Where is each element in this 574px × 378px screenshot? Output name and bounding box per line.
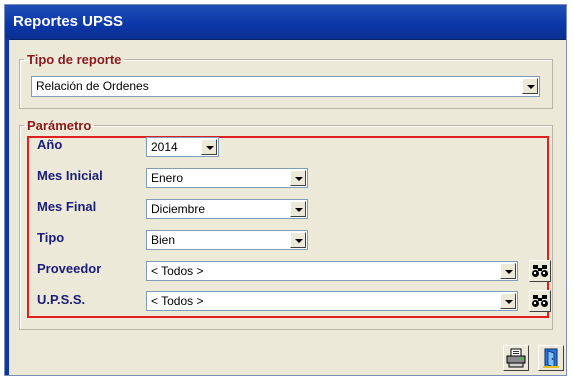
print-button[interactable] — [503, 345, 529, 371]
proveedor-value: < Todos > — [151, 264, 204, 278]
upss-label: U.P.S.S. — [37, 292, 86, 307]
chevron-down-icon[interactable] — [290, 232, 306, 248]
chevron-down-icon[interactable] — [290, 201, 306, 217]
printer-icon — [506, 348, 526, 368]
reportes-upss-window: Reportes UPSS Tipo de reporte Relación d… — [4, 4, 567, 376]
chevron-down-icon[interactable] — [201, 139, 217, 155]
anio-select[interactable]: 2014 — [146, 137, 219, 157]
anio-label: Año — [37, 137, 63, 152]
chevron-down-icon[interactable] — [500, 293, 516, 309]
proveedor-label: Proveedor — [37, 261, 102, 276]
tipo-select[interactable]: Bien — [146, 230, 308, 250]
search-proveedor-button[interactable] — [529, 260, 551, 282]
search-upss-button[interactable] — [529, 290, 551, 312]
proveedor-select[interactable]: < Todos > — [146, 261, 518, 281]
mes-inicial-label: Mes Inicial — [37, 168, 103, 183]
mes-final-select[interactable]: Diciembre — [146, 199, 308, 219]
anio-value: 2014 — [151, 140, 178, 154]
upss-value: < Todos > — [151, 294, 204, 308]
tipo-reporte-value: Relación de Ordenes — [36, 79, 149, 93]
window-title: Reportes UPSS — [13, 13, 124, 30]
exit-button[interactable] — [538, 345, 564, 371]
mes-inicial-select[interactable]: Enero — [146, 168, 308, 188]
chevron-down-icon[interactable] — [290, 170, 306, 186]
chevron-down-icon[interactable] — [522, 78, 538, 94]
mes-inicial-value: Enero — [151, 171, 184, 185]
window-left-edge — [5, 39, 9, 375]
binoculars-icon — [532, 295, 548, 307]
tipo-label: Tipo — [37, 230, 65, 245]
exit-door-icon — [543, 348, 559, 368]
tipo-value: Bien — [151, 233, 176, 247]
tipo-reporte-legend: Tipo de reporte — [27, 52, 122, 67]
title-bar: Reportes UPSS — [5, 5, 566, 40]
binoculars-icon — [532, 265, 548, 277]
mes-final-value: Diciembre — [151, 202, 206, 216]
tipo-reporte-select[interactable]: Relación de Ordenes — [31, 76, 540, 97]
parametro-legend: Parámetro — [27, 118, 92, 133]
upss-select[interactable]: < Todos > — [146, 291, 518, 311]
mes-final-label: Mes Final — [37, 199, 97, 214]
chevron-down-icon[interactable] — [500, 263, 516, 279]
